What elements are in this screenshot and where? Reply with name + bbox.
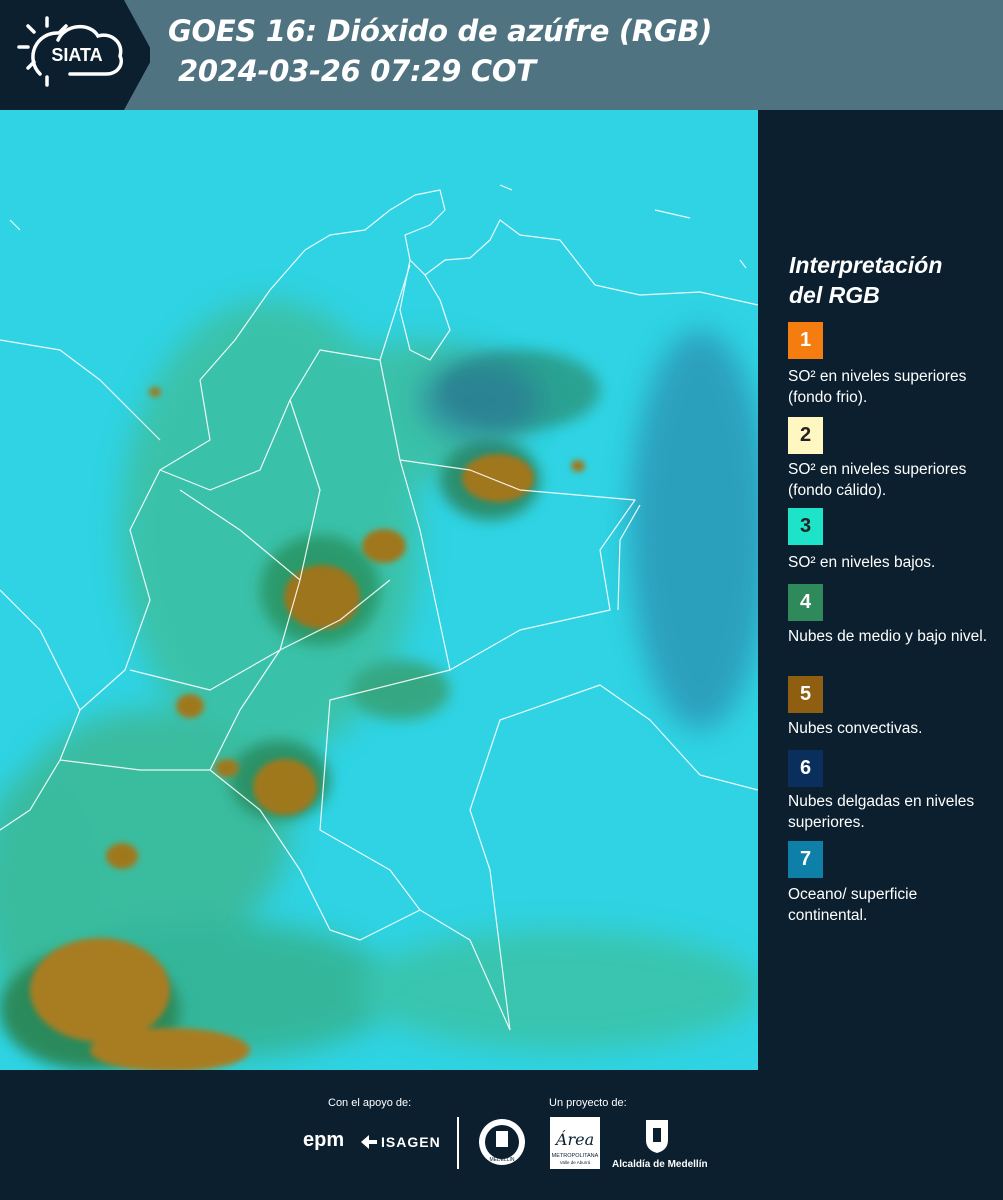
legend-swatch-1: 1 xyxy=(788,322,823,359)
legend-title-line2: del RGB xyxy=(789,282,880,308)
legend-swatch-6: 6 xyxy=(788,750,823,787)
svg-text:Área: Área xyxy=(554,1129,594,1149)
siata-logo: SIATA xyxy=(0,0,150,110)
legend-text-3: SO² en niveles bajos. xyxy=(788,554,936,571)
footer: Con el apoyo de: Un proyecto de: epm ISA… xyxy=(0,1070,1003,1200)
support-label: Con el apoyo de: xyxy=(328,1097,412,1109)
svg-text:Valle de Aburrá: Valle de Aburrá xyxy=(560,1160,591,1165)
svg-text:METROPOLITANA: METROPOLITANA xyxy=(552,1153,599,1159)
legend-text-6: Nubes delgadas en niveles superiores. xyxy=(788,793,975,831)
legend-title-line1: Interpretación xyxy=(789,252,943,278)
area-metropolitana-logo: Área METROPOLITANA Valle de Aburrá xyxy=(550,1117,600,1169)
alcaldia-logo-text: Alcaldía de Medellín xyxy=(612,1159,708,1170)
legend-swatch-4: 4 xyxy=(788,584,823,621)
legend-text-7: Oceano/ superficie continental. xyxy=(788,886,918,924)
legend-swatch-5: 5 xyxy=(788,676,823,713)
legend-panel: Interpretación del RGB 1 SO² en niveles … xyxy=(758,110,1003,1070)
legend-text-1: SO² en niveles superiores (fondo frio). xyxy=(788,368,967,406)
legend-swatch-3: 3 xyxy=(788,508,823,545)
legend-title: Interpretación del RGB xyxy=(789,250,989,310)
svg-text:MEDELLÍN: MEDELLÍN xyxy=(489,1156,514,1163)
medellin-seal-icon: MEDELLÍN xyxy=(479,1119,525,1165)
legend-text-5: Nubes convectivas. xyxy=(788,720,923,737)
footer-divider xyxy=(457,1117,459,1169)
legend-swatch-7: 7 xyxy=(788,841,823,878)
project-label: Un proyecto de: xyxy=(549,1097,627,1109)
isagen-icon xyxy=(361,1135,377,1149)
legend-text-2: SO² en niveles superiores (fondo cálido)… xyxy=(788,461,967,499)
epm-logo: epm xyxy=(303,1129,345,1151)
svg-text:SIATA: SIATA xyxy=(51,45,102,65)
legend-swatch-2: 2 xyxy=(788,417,823,454)
legend-text-4: Nubes de medio y bajo nivel. xyxy=(788,628,988,645)
header: SIATA GOES 16: Dióxido de azúfre (RGB) 2… xyxy=(0,0,1003,110)
alcaldia-crest-icon xyxy=(646,1120,668,1153)
isagen-logo: ISAGEN xyxy=(381,1134,441,1150)
satellite-map xyxy=(0,110,758,1070)
page-timestamp: 2024-03-26 07:29 COT xyxy=(178,54,536,88)
page-title: GOES 16: Dióxido de azúfre (RGB) xyxy=(168,14,713,48)
